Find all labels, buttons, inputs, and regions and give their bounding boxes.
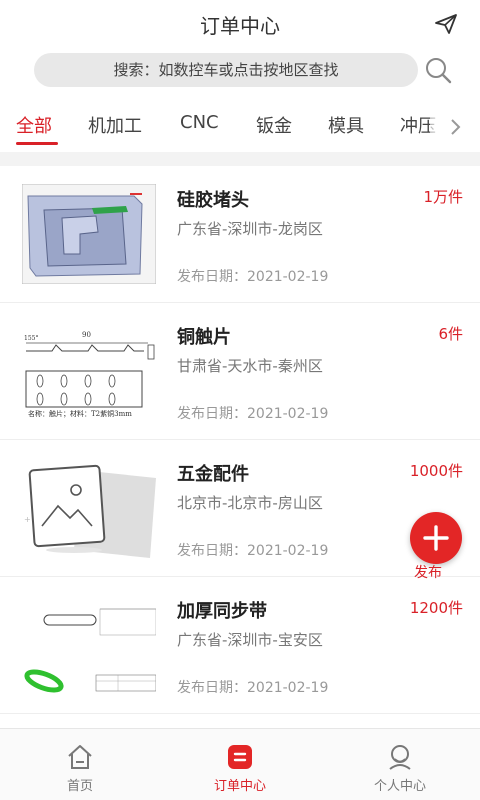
tab-cnc[interactable]: CNC [180, 112, 219, 133]
tab-all[interactable]: 全部 [16, 112, 52, 138]
tab-mold[interactable]: 模具 [328, 112, 364, 138]
order-title: 加厚同步带 [177, 601, 267, 622]
tabs-scroll-button[interactable] [430, 104, 480, 148]
chevron-right-icon [451, 119, 461, 135]
tab-machining[interactable]: 机加工 [88, 112, 142, 138]
order-quantity: 1万件 [423, 188, 463, 206]
order-card[interactable]: 加厚同步带 1200件 广东省-深圳市-宝安区 发布日期：2021-02-19 [0, 577, 480, 714]
home-icon [68, 745, 92, 769]
order-card[interactable]: 90 155° 名称：触片；材料：T2紫铜3mm 铜触片 6件 甘肃省-天水市-… [0, 303, 480, 440]
order-location: 广东省-深圳市-龙岗区 [177, 220, 323, 238]
order-card[interactable]: + 五金配件 1000件 北京市-北京市-房山区 发布日期：2021-02-19 [0, 440, 480, 577]
order-title: 五金配件 [177, 464, 249, 485]
nav-home-label: 首页 [66, 779, 93, 794]
category-tabs: 全部 机加工 CNC 钣金 模具 冲压 [0, 104, 480, 148]
search-row: 搜索：如数控车或点击按地区查找 [0, 50, 480, 90]
drawing-caption: 名称：触片；材料：T2紫铜3mm [28, 410, 132, 418]
tab-sheet-metal[interactable]: 钣金 [256, 112, 292, 138]
product-image [22, 595, 156, 695]
nav-profile-label: 个人中心 [373, 779, 426, 794]
order-icon [228, 745, 252, 769]
divider-band [0, 152, 480, 166]
nav-orders-label: 订单中心 [213, 779, 266, 794]
order-location: 甘肃省-天水市-秦州区 [177, 357, 323, 375]
svg-text:+: + [24, 515, 31, 524]
publish-button[interactable] [410, 512, 462, 564]
active-tab-indicator [16, 142, 58, 145]
order-date: 发布日期：2021-02-19 [177, 543, 329, 559]
search-input[interactable]: 搜索：如数控车或点击按地区查找 [34, 53, 418, 87]
nav-profile[interactable]: 个人中心 [320, 729, 480, 800]
product-image [22, 184, 156, 284]
order-location: 广东省-深圳市-宝安区 [177, 631, 323, 649]
order-quantity: 1000件 [409, 462, 463, 480]
order-title: 硅胶堵头 [177, 190, 249, 211]
order-quantity: 1200件 [409, 599, 463, 617]
order-card[interactable]: 硅胶堵头 1万件 广东省-深圳市-龙岗区 发布日期：2021-02-19 [0, 166, 480, 303]
drawing-angle: 155° [24, 335, 39, 342]
product-image: 90 155° 名称：触片；材料：T2紫铜3mm [22, 321, 156, 421]
header: 订单中心 [0, 0, 480, 46]
order-location: 北京市-北京市-房山区 [177, 494, 323, 512]
user-icon [389, 745, 411, 770]
order-list: 硅胶堵头 1万件 广东省-深圳市-龙岗区 发布日期：2021-02-19 90 [0, 166, 480, 714]
order-date: 发布日期：2021-02-19 [177, 680, 329, 696]
page-title: 订单中心 [200, 14, 280, 38]
order-quantity: 6件 [438, 325, 463, 343]
send-icon[interactable] [434, 12, 458, 36]
nav-orders[interactable]: 订单中心 [160, 729, 320, 800]
search-icon[interactable] [424, 56, 452, 84]
order-date: 发布日期：2021-02-19 [177, 406, 329, 422]
image-placeholder-icon: + [22, 458, 156, 558]
order-title: 铜触片 [177, 327, 231, 348]
publish-label[interactable]: 发布 [414, 562, 442, 582]
order-date: 发布日期：2021-02-19 [177, 269, 329, 285]
plus-icon [423, 525, 449, 551]
nav-home[interactable]: 首页 [0, 729, 160, 800]
drawing-dimension: 90 [82, 331, 91, 339]
bottom-nav: 首页 订单中心 个人中心 [0, 728, 480, 800]
